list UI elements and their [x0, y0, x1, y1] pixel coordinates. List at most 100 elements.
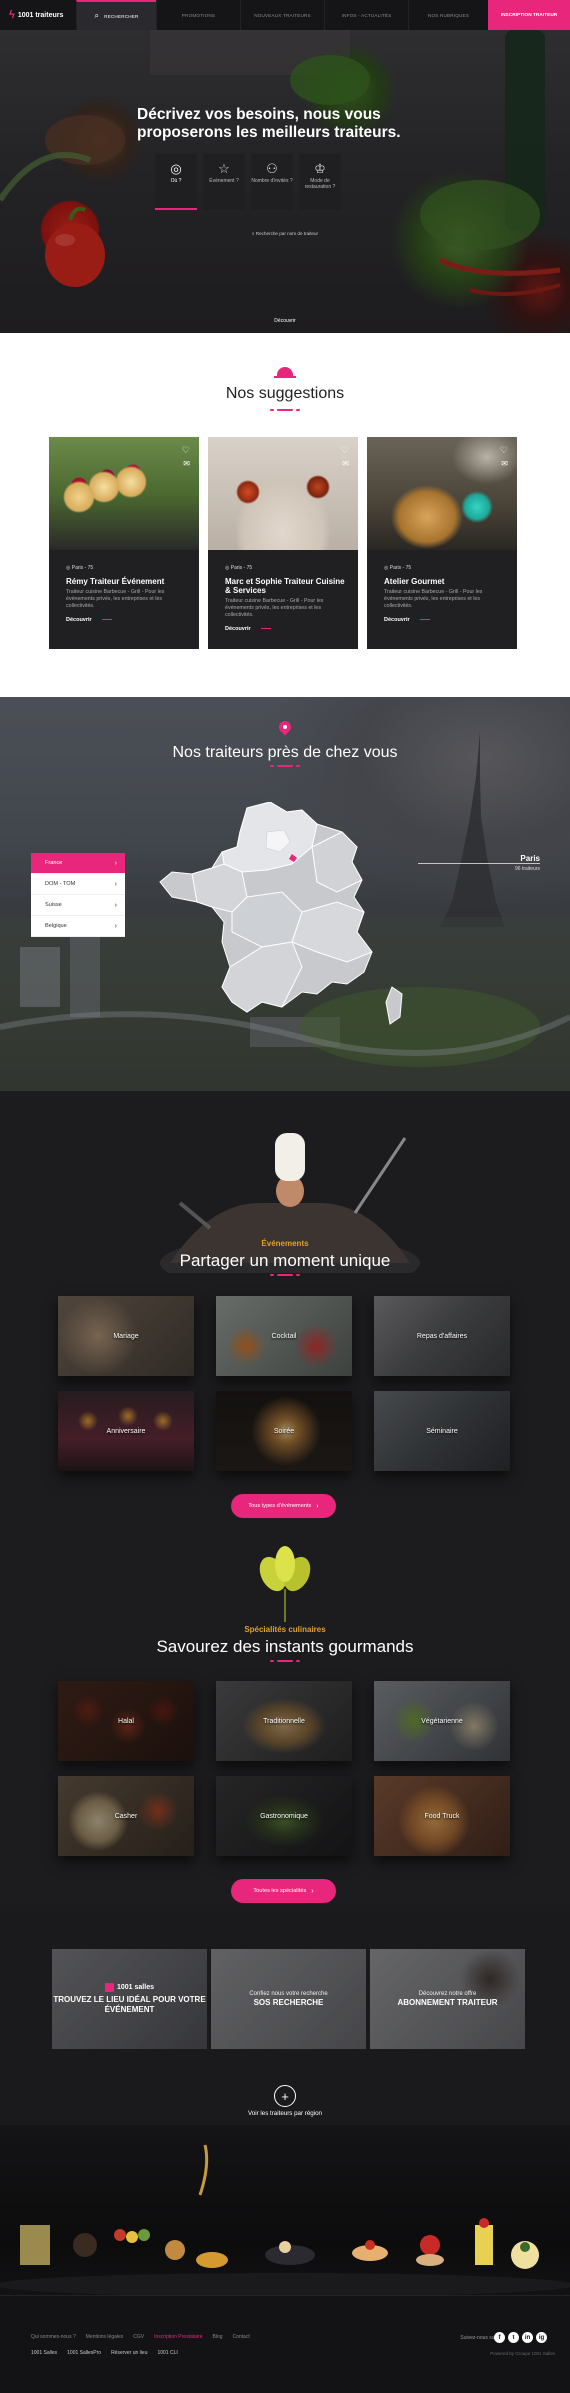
step-where[interactable]: ◎ Où ? — [155, 154, 197, 210]
nav-item-news[interactable]: Infos - Actualités — [324, 0, 408, 30]
promo-title: SOS RECHERCHE — [253, 1998, 324, 2007]
event-tile[interactable]: Anniversaire — [58, 1391, 194, 1471]
suggestion-card[interactable]: ♡ ✉ ◎ Paris - 75 Marc et Sophie Traiteur… — [208, 437, 358, 649]
plus-icon[interactable]: + — [274, 2085, 296, 2107]
country-item-dom-tom[interactable]: DOM - TOM › — [31, 874, 125, 895]
specialty-tile[interactable]: Food Truck — [374, 1776, 510, 1856]
view-by-region-link[interactable]: Voir les traiteurs par région — [0, 2110, 570, 2117]
footer-brand-link[interactable]: Réserver un lieu — [111, 2350, 147, 2356]
france-map[interactable] — [152, 802, 412, 1032]
instagram-icon[interactable]: ig — [536, 2332, 547, 2343]
specialty-tile[interactable]: Gastronomique — [216, 1776, 352, 1856]
tile-label: Casher — [114, 1812, 138, 1820]
nav-item-sections[interactable]: Nos rubriques — [408, 0, 488, 30]
step-catering-mode[interactable]: ♔ Mode de restauration ? — [299, 154, 341, 210]
card-discover-label: Découvrir — [66, 617, 92, 623]
discover-link[interactable]: Découvrir — [0, 318, 570, 324]
nav-item-label: Promotions — [181, 12, 216, 18]
footer-brand-link[interactable]: 1001 Salles — [31, 2350, 57, 2356]
footer-links: Qui sommes-nous ? Mentions légales CGV I… — [31, 2334, 250, 2340]
event-tile[interactable]: Repas d'affaires — [374, 1296, 510, 1376]
register-caterer-button[interactable]: Inscription traiteur — [488, 0, 570, 30]
footer-brand-link[interactable]: 1001 CLI — [157, 2350, 177, 2356]
city-label[interactable]: Paris — [420, 854, 540, 863]
card-discover-link[interactable]: Découvrir — [384, 617, 430, 623]
footer-link-highlight[interactable]: Inscription Prestataire — [154, 2334, 202, 2340]
step-guests[interactable]: ⚇ Nombre d'invités ? — [251, 154, 293, 210]
promo-find-venue[interactable]: 1001 salles TROUVEZ LE LIEU IDÉAL POUR V… — [52, 1949, 207, 2049]
promo-sos-search[interactable]: Confiez nous votre recherche SOS RECHERC… — [211, 1949, 366, 2049]
card-discover-link[interactable]: Découvrir — [225, 626, 271, 632]
footer-link[interactable]: Qui sommes-nous ? — [31, 2334, 76, 2340]
promo-subtitle: Découvrez notre offre — [418, 1991, 477, 1997]
event-tile[interactable]: Soirée — [216, 1391, 352, 1471]
button-label: Tous types d'événements — [248, 1503, 312, 1509]
nav-item-promotions[interactable]: Promotions — [156, 0, 240, 30]
footer-link[interactable]: Mentions légales — [86, 2334, 124, 2340]
country-item-belgique[interactable]: Belgique › — [31, 916, 125, 937]
specialties-title: Savourez des instants gourmands — [156, 1637, 414, 1656]
all-specialties-button[interactable]: Toutes les spécialités › — [231, 1879, 336, 1903]
specialties-grid: Halal Traditionnelle Végétarienne Casher… — [58, 1681, 510, 1856]
country-item-suisse[interactable]: Suisse › — [31, 895, 125, 916]
footer-brand-link[interactable]: 1001 SallesPro — [67, 2350, 101, 2356]
chevron-right-icon: › — [311, 1887, 314, 1895]
nav-item-search[interactable]: ⌕ Rechercher — [76, 0, 156, 30]
promo-title: ABONNEMENT TRAITEUR — [397, 1998, 498, 2007]
footer-link[interactable]: Contact — [233, 2334, 250, 2340]
heart-icon[interactable]: ♡ — [500, 445, 508, 456]
heart-icon[interactable]: ♡ — [341, 445, 349, 456]
specialty-tile[interactable]: Halal — [58, 1681, 194, 1761]
title-divider — [270, 409, 300, 412]
mail-icon[interactable]: ✉ — [183, 459, 190, 468]
map-section: Nos traiteurs près de chez vous France › … — [0, 697, 570, 1091]
chevron-right-icon: › — [316, 1502, 319, 1510]
hero-title: Décrivez vos besoins, nous vous proposer… — [137, 106, 401, 141]
card-description: Traiteur cuisine Barbecue - Grill - Pour… — [66, 589, 165, 609]
corsica-region[interactable] — [385, 986, 403, 1025]
all-events-button[interactable]: Tous types d'événements › — [231, 1494, 336, 1518]
event-tile[interactable]: Cocktail — [216, 1296, 352, 1376]
specialty-tile[interactable]: Casher — [58, 1776, 194, 1856]
search-by-name-link[interactable]: ⌕ Recherche par nom de traiteur — [0, 231, 570, 236]
event-tile[interactable]: Mariage — [58, 1296, 194, 1376]
mail-icon[interactable]: ✉ — [342, 459, 349, 468]
card-location: ◎ Paris - 75 — [225, 565, 253, 571]
mail-icon[interactable]: ✉ — [501, 459, 508, 468]
card-discover-link[interactable]: Découvrir — [66, 617, 112, 623]
promo-subtitle: Confiez nous votre recherche — [249, 1991, 328, 1997]
events-grid: Mariage Cocktail Repas d'affaires Annive… — [58, 1296, 510, 1471]
card-description: Traiteur cuisine Barbecue - Grill - Pour… — [384, 589, 483, 609]
specialty-tile[interactable]: Végétarienne — [374, 1681, 510, 1761]
country-label: Belgique — [45, 923, 67, 929]
page: ϟ 1001 traiteurs ⌕ Rechercher Promotions… — [0, 0, 570, 2393]
partner-logo-text: 1001 salles — [117, 1984, 154, 1991]
event-tile[interactable]: Séminaire — [374, 1391, 510, 1471]
nav-item-label: Rechercher — [104, 13, 139, 19]
suggestion-card[interactable]: ♡ ✉ ◎ Paris - 75 Atelier Gourmet Traiteu… — [367, 437, 517, 649]
twitter-icon[interactable]: t — [508, 2332, 519, 2343]
title-divider — [270, 1274, 300, 1277]
step-label: Mode de restauration ? — [304, 178, 336, 190]
title-divider — [270, 1660, 300, 1663]
footer-link[interactable]: CGV — [133, 2334, 144, 2340]
card-location-text: Paris - 75 — [230, 565, 253, 571]
powered-by: Powered by Groupe 1001 Salles — [490, 2351, 555, 2356]
footer-link[interactable]: Blog — [212, 2334, 222, 2340]
suggestion-card[interactable]: ♡ ✉ ◎ Paris - 75 Rémy Traiteur Événement… — [49, 437, 199, 649]
appetizers-illustration — [0, 2144, 570, 2297]
step-event[interactable]: ☆ Événement ? — [203, 154, 245, 210]
logo[interactable]: ϟ 1001 traiteurs — [0, 9, 76, 21]
specialty-tile[interactable]: Traditionnelle — [216, 1681, 352, 1761]
card-location-text: Paris - 75 — [389, 565, 412, 571]
promo-subscription[interactable]: Découvrez notre offre ABONNEMENT TRAITEU… — [370, 1949, 525, 2049]
facebook-icon[interactable]: f — [494, 2332, 505, 2343]
heart-icon[interactable]: ♡ — [182, 445, 190, 456]
chevron-right-icon: › — [114, 901, 117, 909]
linkedin-icon[interactable]: in — [522, 2332, 533, 2343]
card-location: ◎ Paris - 75 — [384, 565, 412, 571]
tile-label: Food Truck — [424, 1812, 460, 1820]
country-item-france[interactable]: France › — [31, 853, 125, 874]
nav-item-new-caterers[interactable]: Nouveaux traiteurs — [240, 0, 324, 30]
city-label-line — [418, 863, 540, 864]
